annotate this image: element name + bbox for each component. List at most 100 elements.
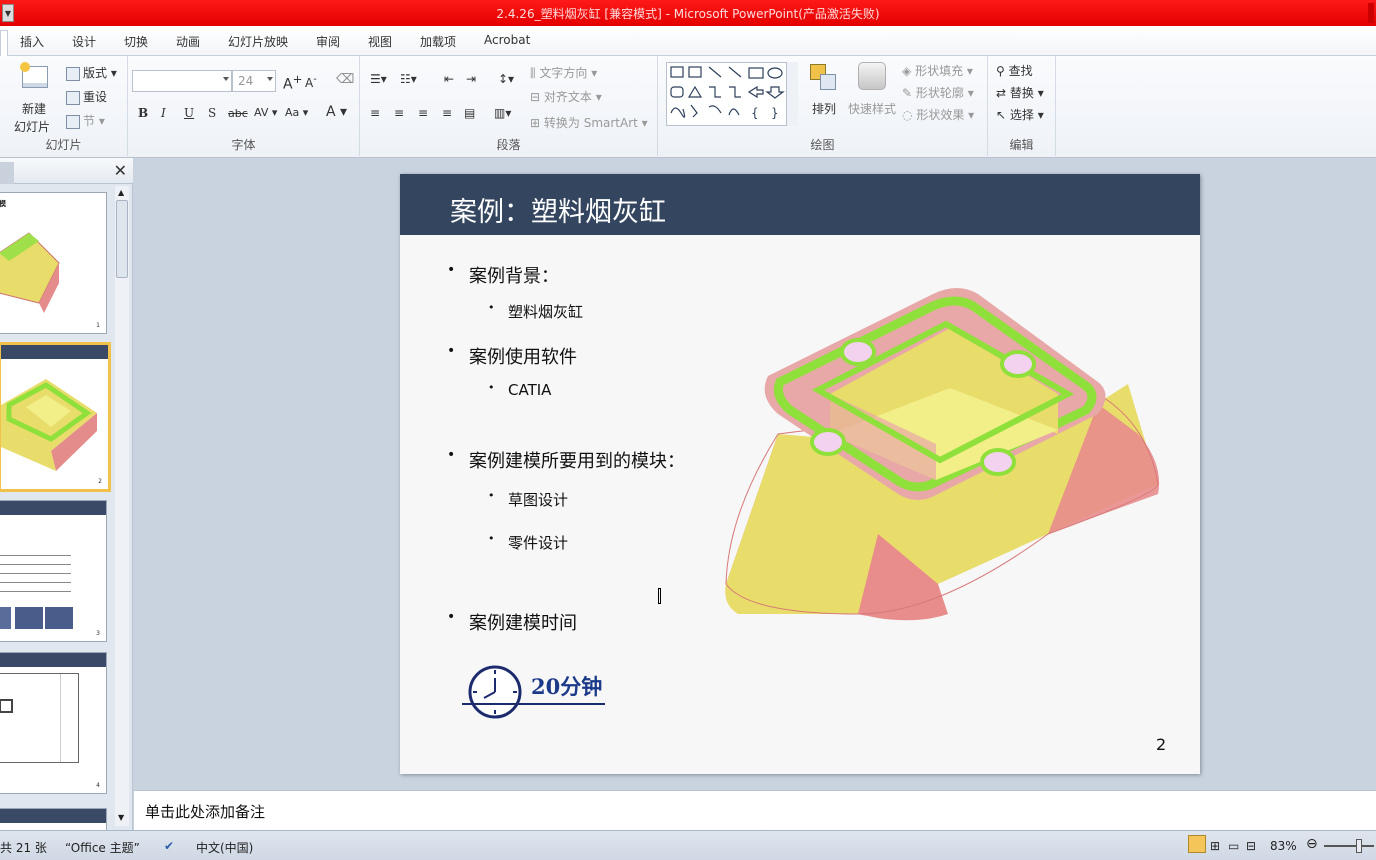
font-size-input[interactable]: 24 xyxy=(232,70,276,92)
shape-fill-button[interactable]: ◈ 形状填充 ▾ xyxy=(902,62,973,79)
reading-view-icon[interactable]: ▭ xyxy=(1228,839,1239,853)
change-case-icon[interactable]: Aa ▾ xyxy=(285,106,308,119)
find-button[interactable]: ⚲ 查找 xyxy=(996,62,1033,79)
close-icon[interactable]: ✕ xyxy=(114,161,127,180)
normal-view-icon[interactable] xyxy=(1188,835,1206,853)
align-text-button[interactable]: ⊟ 对齐文本 ▾ xyxy=(530,88,602,105)
strikethrough-icon[interactable]: abc xyxy=(228,107,248,120)
zoom-out-icon[interactable]: ⊖ xyxy=(1306,836,1318,852)
slideshow-icon[interactable]: ⊟ xyxy=(1246,839,1256,853)
bullets-icon[interactable]: ☰▾ xyxy=(370,72,387,86)
align-right-icon[interactable]: ≡ xyxy=(418,106,428,120)
grow-font-icon[interactable]: A+ xyxy=(283,72,302,93)
bold-icon[interactable]: B xyxy=(138,106,148,120)
slides-panel: ✕ 模 1 2 3 4 xyxy=(0,158,133,830)
convert-smartart-button[interactable]: ⊞ 转换为 SmartArt ▾ xyxy=(530,114,648,131)
tab-acrobat[interactable]: Acrobat xyxy=(484,33,530,47)
new-slide-button[interactable]: 新建 幻灯片 xyxy=(12,60,60,134)
tab-animations[interactable]: 动画 xyxy=(176,33,200,50)
slide-sorter-icon[interactable]: ⊞ xyxy=(1210,839,1220,853)
thumb-ashtray-image xyxy=(0,232,60,313)
reset-button[interactable]: 重设 xyxy=(66,88,107,105)
shape-outline-button[interactable]: ✎ 形状轮廓 ▾ xyxy=(902,84,974,101)
tab-home[interactable] xyxy=(0,30,8,56)
scrollbar-thumb[interactable] xyxy=(116,200,128,278)
slide-thumbnail-5[interactable] xyxy=(0,808,107,830)
tab-addins[interactable]: 加载项 xyxy=(420,33,456,50)
numbering-icon[interactable]: ☷▾ xyxy=(400,72,417,86)
sub-bullet-ashtray[interactable]: 塑料烟灰缸 xyxy=(488,301,583,322)
slide-thumbnail-2[interactable]: 2 xyxy=(0,342,111,492)
notes-pane[interactable]: 单击此处添加备注 xyxy=(134,790,1376,830)
sub-bullet-part[interactable]: 零件设计 xyxy=(488,532,568,553)
group-label-slides: 幻灯片 xyxy=(45,138,82,152)
italic-icon[interactable]: I xyxy=(161,106,166,120)
slide-thumbnail-3[interactable]: 3 xyxy=(0,500,107,642)
text-cursor-icon xyxy=(658,588,661,604)
shapes-gallery[interactable]: {} xyxy=(666,62,798,126)
slides-panel-scrollbar[interactable]: ▲ ▼ xyxy=(115,186,129,826)
text-direction-button[interactable]: ⫼ 文字方向 ▾ xyxy=(530,64,597,81)
align-center-icon[interactable]: ≡ xyxy=(394,106,404,120)
arrange-button[interactable]: 排列 xyxy=(808,62,840,132)
tab-transitions[interactable]: 切换 xyxy=(124,33,148,50)
tab-slideshow[interactable]: 幻灯片放映 xyxy=(228,33,288,50)
bullet-time[interactable]: 案例建模时间 xyxy=(447,609,577,635)
thumb-text-lines xyxy=(0,549,71,597)
increase-indent-icon[interactable]: ⇥ xyxy=(466,72,476,86)
language[interactable]: 中文(中国) xyxy=(196,839,253,856)
tab-view[interactable]: 视图 xyxy=(368,33,392,50)
sub-bullet-catia[interactable]: CATIA xyxy=(488,381,552,399)
justify-icon[interactable]: ≡ xyxy=(442,106,452,120)
group-label-font: 字体 xyxy=(231,138,256,152)
spell-check-icon[interactable]: ✔ xyxy=(164,839,174,853)
tab-design[interactable]: 设计 xyxy=(72,33,96,50)
zoom-slider-thumb[interactable] xyxy=(1356,839,1362,853)
thumb-ashtray-image xyxy=(1,379,97,471)
zoom-slider[interactable] xyxy=(1324,845,1374,847)
notes-placeholder[interactable]: 单击此处添加备注 xyxy=(145,801,265,822)
shadow-icon[interactable]: S xyxy=(208,106,216,120)
section-label: 节 xyxy=(83,114,96,128)
slide-thumbnail-4[interactable]: 4 xyxy=(0,652,107,794)
select-button[interactable]: ↖ 选择 ▾ xyxy=(996,106,1044,123)
bullet-modules[interactable]: 案例建模所要用到的模块： xyxy=(447,447,685,473)
underline-icon[interactable]: U xyxy=(184,106,194,120)
bullet-background[interactable]: 案例背景： xyxy=(447,262,559,288)
slide-title[interactable]: 案例：塑料烟灰缸 xyxy=(450,190,666,229)
time-value[interactable]: 20分钟 xyxy=(531,671,602,701)
thumb-banner xyxy=(0,809,106,823)
quick-styles-label: 快速样式 xyxy=(848,102,897,116)
tab-review[interactable]: 审阅 xyxy=(316,33,340,50)
font-color-icon[interactable]: A ▾ xyxy=(326,104,347,120)
slide-thumbnail-1[interactable]: 模 1 xyxy=(0,192,107,334)
theme-name[interactable]: “Office 主题” xyxy=(65,839,140,856)
char-spacing-icon[interactable]: AV ▾ xyxy=(254,106,277,119)
shape-effects-button[interactable]: ◌ 形状效果 ▾ xyxy=(902,106,974,123)
section-button[interactable]: 节 ▾ xyxy=(66,112,105,129)
scroll-down-icon[interactable]: ▼ xyxy=(118,813,124,822)
columns-icon[interactable]: ▥▾ xyxy=(494,106,511,120)
sub-bullet-sketch[interactable]: 草图设计 xyxy=(488,489,568,510)
convert-smartart-label: 转换为 SmartArt xyxy=(543,116,638,130)
distribute-icon[interactable]: ▤ xyxy=(464,106,475,120)
align-left-icon[interactable]: ≡ xyxy=(370,106,380,120)
layout-button[interactable]: 版式 ▾ xyxy=(66,64,117,81)
shapes-scroll[interactable] xyxy=(786,62,798,126)
decrease-indent-icon[interactable]: ⇤ xyxy=(444,72,454,86)
bullet-software[interactable]: 案例使用软件 xyxy=(447,343,577,369)
font-name-input[interactable] xyxy=(132,70,232,92)
zoom-level[interactable]: 83% xyxy=(1270,839,1297,853)
scroll-up-icon[interactable]: ▲ xyxy=(118,188,124,197)
line-spacing-icon[interactable]: ↕▾ xyxy=(498,72,514,86)
ashtray-render-image xyxy=(725,288,1160,621)
quick-styles-button[interactable]: 快速样式 xyxy=(846,62,898,132)
reset-label: 重设 xyxy=(83,90,108,104)
replace-button[interactable]: ⇄ 替换 ▾ xyxy=(996,84,1044,101)
shrink-font-icon[interactable]: A- xyxy=(305,74,317,90)
clear-format-icon[interactable]: ⌫ xyxy=(336,72,354,87)
tab-insert[interactable]: 插入 xyxy=(20,33,44,50)
slide[interactable]: 案例：塑料烟灰缸 案例背景： 塑料烟灰缸 案例使用软件 CATIA 案例建模所要… xyxy=(400,174,1200,774)
close-button[interactable] xyxy=(1368,3,1374,23)
slides-tab[interactable] xyxy=(0,162,14,184)
